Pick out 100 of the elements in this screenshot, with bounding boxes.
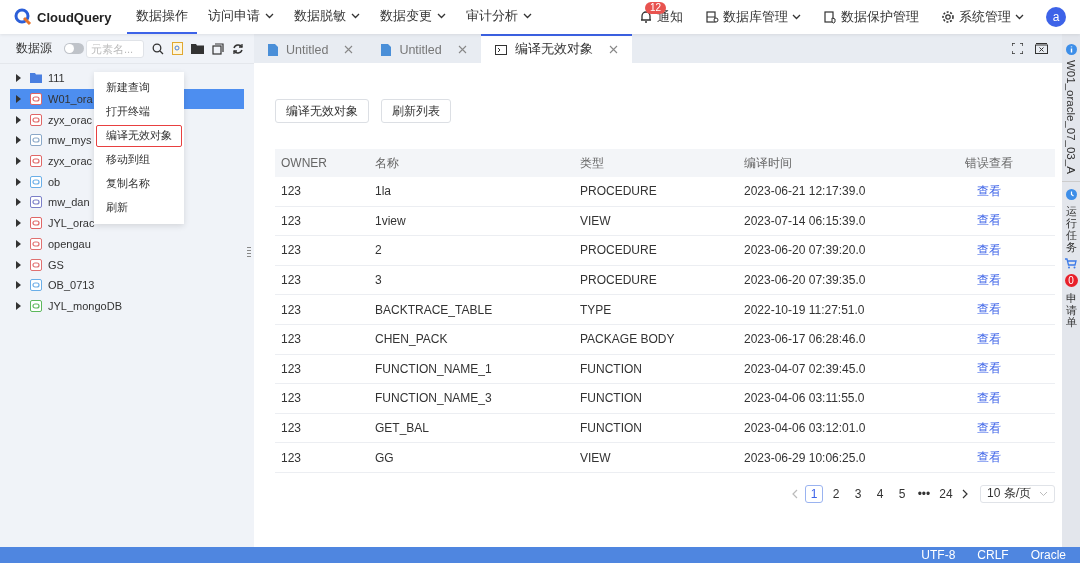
nav-tab[interactable]: 访问申请: [199, 0, 283, 34]
expand-arrow-icon[interactable]: [16, 260, 22, 269]
database-icon: [30, 279, 42, 292]
tree-item[interactable]: mw_dan: [48, 195, 90, 210]
header-menu[interactable]: 系统管理: [941, 8, 1024, 26]
tree-item[interactable]: W01_ora: [48, 92, 93, 107]
document-icon[interactable]: [172, 42, 183, 55]
page-button[interactable]: 24: [937, 484, 955, 503]
application-panel-tab[interactable]: 申请单: [1065, 292, 1077, 329]
view-link[interactable]: 查看: [959, 354, 1055, 384]
close-icon[interactable]: [608, 45, 618, 54]
user-avatar[interactable]: a: [1046, 7, 1066, 27]
editor-tab[interactable]: 编译无效对象: [480, 34, 632, 63]
table-cell: CHEN_PACK: [369, 324, 574, 355]
tree-item[interactable]: JYL_orac: [48, 216, 95, 231]
tree-item[interactable]: OB_0713: [48, 278, 95, 293]
view-link[interactable]: 查看: [959, 324, 1055, 355]
fullscreen-icon[interactable]: [1012, 43, 1023, 54]
nav-tab[interactable]: 数据脱敏: [285, 0, 369, 34]
search-field[interactable]: 元素名...: [86, 39, 144, 58]
table-cell: 2023-06-17 06:28:46.0: [738, 324, 959, 355]
database-shield-icon[interactable]: [823, 10, 837, 24]
nav-tab[interactable]: 审计分析: [457, 0, 541, 34]
cart-icon[interactable]: [1065, 258, 1077, 270]
expand-arrow-icon[interactable]: [16, 136, 22, 145]
close-icon[interactable]: [457, 45, 467, 54]
tree-item[interactable]: opengau: [48, 236, 91, 251]
view-link[interactable]: 查看: [959, 206, 1055, 236]
close-icon[interactable]: [344, 45, 354, 54]
expand-arrow-icon[interactable]: [16, 301, 22, 310]
database-icon[interactable]: [705, 10, 719, 24]
view-link[interactable]: 查看: [959, 413, 1055, 443]
copy-icon[interactable]: [212, 42, 224, 55]
editor-tab[interactable]: Untitled: [367, 34, 481, 63]
tree-item[interactable]: GS: [48, 257, 64, 272]
view-link[interactable]: 查看: [959, 177, 1055, 207]
search-icon[interactable]: [152, 42, 164, 55]
caret-icon[interactable]: [1015, 14, 1024, 20]
menu-item[interactable]: 编译无效对象: [96, 125, 182, 147]
close-all-icon[interactable]: [1035, 43, 1048, 54]
caret-icon[interactable]: [437, 13, 446, 19]
expand-arrow-icon[interactable]: [16, 219, 22, 228]
tasks-panel-tab[interactable]: 运行任务: [1065, 204, 1077, 254]
expand-arrow-icon[interactable]: [16, 74, 22, 83]
expand-arrow-icon[interactable]: [16, 239, 22, 248]
header-menu[interactable]: 数据保护管理: [823, 8, 919, 26]
page-button[interactable]: •••: [915, 484, 933, 503]
expand-arrow-icon[interactable]: [16, 157, 22, 166]
page-button[interactable]: 1: [805, 484, 823, 503]
expand-arrow-icon[interactable]: [16, 198, 22, 207]
view-link[interactable]: 查看: [959, 383, 1055, 414]
tree-item[interactable]: zyx_orac: [48, 154, 93, 169]
resize-handle[interactable]: [247, 246, 251, 257]
folder-icon[interactable]: [191, 43, 204, 54]
editor-tab[interactable]: Untitled: [254, 34, 368, 63]
caret-icon[interactable]: [351, 13, 360, 19]
caret-icon[interactable]: [523, 13, 532, 19]
table-cell: 1view: [369, 206, 574, 236]
view-link[interactable]: 查看: [959, 235, 1055, 266]
settings-icon[interactable]: [941, 10, 955, 24]
table-cell: BACKTRACE_TABLE: [369, 294, 574, 325]
logo-icon: [14, 8, 32, 26]
toggle-switch[interactable]: [64, 43, 84, 54]
tree-item[interactable]: 111: [48, 71, 65, 86]
page-button[interactable]: 4: [871, 484, 889, 503]
action-button[interactable]: 刷新列表: [381, 99, 451, 123]
menu-item[interactable]: 复制名称: [96, 173, 182, 195]
expand-arrow-icon[interactable]: [16, 177, 22, 186]
table-cell: 123: [275, 265, 369, 295]
menu-item[interactable]: 刷新: [96, 197, 182, 219]
view-link[interactable]: 查看: [959, 294, 1055, 325]
caret-icon[interactable]: [265, 13, 274, 19]
status-item: Oracle: [1030, 547, 1066, 563]
tree-item[interactable]: JYL_mongoDB: [48, 298, 122, 313]
tree-item[interactable]: zyx_orac: [48, 112, 93, 127]
view-link[interactable]: 查看: [959, 265, 1055, 295]
clock-icon[interactable]: [1065, 188, 1077, 200]
menu-item[interactable]: 打开终端: [96, 101, 182, 123]
object-panel-tab[interactable]: W01_oracle_07_03_A: [1065, 60, 1077, 174]
page-button[interactable]: 2: [827, 484, 845, 503]
page-button[interactable]: 3: [849, 484, 867, 503]
table-cell: TYPE: [574, 294, 738, 325]
page-size-select[interactable]: 10 条/页: [980, 484, 1055, 503]
nav-tab[interactable]: 数据变更: [371, 0, 455, 34]
menu-item[interactable]: 移动到组: [96, 149, 182, 171]
page-button[interactable]: 5: [893, 484, 911, 503]
expand-arrow-icon[interactable]: [16, 281, 22, 290]
menu-item[interactable]: 新建查询: [96, 77, 182, 99]
tree-item[interactable]: mw_mys: [48, 133, 92, 148]
expand-arrow-icon[interactable]: [16, 115, 22, 124]
tree-item[interactable]: ob: [48, 174, 61, 189]
view-link[interactable]: 查看: [959, 442, 1055, 473]
action-button[interactable]: 编译无效对象: [275, 99, 369, 123]
header-menu[interactable]: 数据库管理: [705, 8, 801, 26]
info-icon[interactable]: [1065, 44, 1077, 55]
table-cell: 3: [369, 265, 574, 295]
refresh-icon[interactable]: [232, 42, 244, 55]
bell-icon[interactable]: [639, 10, 653, 24]
table-cell: 2023-04-07 02:39:45.0: [738, 354, 959, 384]
caret-icon[interactable]: [792, 14, 801, 20]
